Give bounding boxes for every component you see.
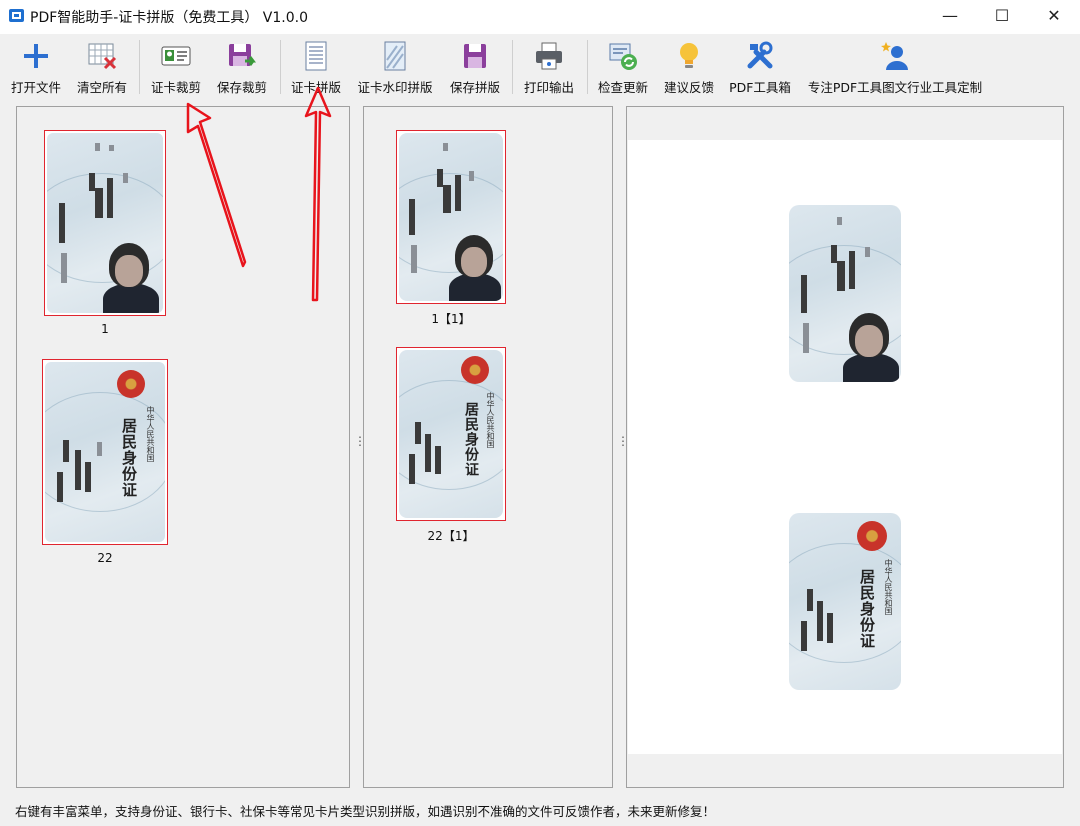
open-file-label: 打开文件 [10,80,61,95]
print-output-label: 打印输出 [523,80,574,95]
id-card-icon [161,46,191,66]
id-card-front-image [47,133,163,313]
check-update-label: 检查更新 [597,80,648,95]
close-icon: ✕ [1047,6,1061,25]
splitter-handle[interactable]: ⋮ [354,435,366,456]
plus-icon [24,44,48,68]
close-button[interactable]: ✕ [1028,0,1080,34]
toolbar-separator [139,40,140,94]
feedback-button[interactable]: 建议反馈 [659,38,719,98]
custom-tools-label: 专注PDF工具图文行业工具定制 [807,80,983,95]
card-watermark-layout-label: 证卡水印拼版 [357,80,433,95]
card-subtitle: 中华人民共和国 [884,559,893,615]
id-card-back-image: 居民身份证 中华人民共和国 [399,350,503,518]
thumbnail-caption: 22 [97,551,113,565]
watermark-document-icon [384,41,406,71]
id-card-front-image [399,133,503,301]
custom-tools-button[interactable]: 专注PDF工具图文行业工具定制 [802,38,988,98]
card-layout-button[interactable]: 证卡拼版 [285,38,347,98]
toolbar-separator [587,40,588,94]
app-icon [9,9,24,22]
check-update-button[interactable]: 检查更新 [592,38,654,98]
save-icon [229,44,256,66]
id-card-front-image [789,205,901,382]
cropped-thumbnail[interactable] [396,130,506,304]
card-title: 居民身份证 [120,418,138,498]
cropped-thumbnail[interactable]: 居民身份证 中华人民共和国 [396,347,506,521]
maximize-button[interactable]: ☐ [976,0,1028,34]
toolbar-separator [280,40,281,94]
clear-all-label: 清空所有 [76,80,127,95]
save-icon [464,44,486,68]
open-file-button[interactable]: 打开文件 [6,38,66,98]
card-layout-label: 证卡拼版 [290,80,341,95]
status-bar: 右键有丰富菜单，支持身份证、银行卡、社保卡等常见卡片类型识别拼版，如遇识别不准确… [0,794,1080,826]
clear-table-icon [88,43,117,70]
tools-icon [747,41,773,69]
card-title: 居民身份证 [858,569,876,649]
save-crop-button[interactable]: 保存裁剪 [212,38,272,98]
window-title: PDF智能助手-证卡拼版（免费工具） V1.0.0 [30,10,308,26]
save-layout-button[interactable]: 保存拼版 [444,38,506,98]
feedback-label: 建议反馈 [663,80,714,95]
pdf-toolbox-button[interactable]: PDF工具箱 [725,38,795,98]
card-subtitle: 中华人民共和国 [146,406,155,462]
thumbnail-caption: 1 [101,322,109,336]
status-text: 右键有丰富菜单，支持身份证、银行卡、社保卡等常见卡片类型识别拼版，如遇识别不准确… [15,804,716,819]
id-card-back-image: 居民身份证 中华人民共和国 [789,513,901,690]
card-title: 居民身份证 [463,402,479,477]
toolbar-separator [512,40,513,94]
save-layout-label: 保存拼版 [449,80,500,95]
lightbulb-icon [680,43,698,68]
update-icon [609,43,637,70]
layout-preview-page: 居民身份证 中华人民共和国 [628,140,1062,754]
save-crop-label: 保存裁剪 [216,80,267,95]
title-bar: PDF智能助手-证卡拼版（免费工具） V1.0.0 — ☐ ✕ [0,0,1080,34]
card-crop-label: 证卡裁剪 [150,80,201,95]
source-thumbnail[interactable] [44,130,166,316]
minimize-button[interactable]: — [924,0,976,34]
clear-all-button[interactable]: 清空所有 [72,38,132,98]
card-watermark-layout-button[interactable]: 证卡水印拼版 [352,38,438,98]
printer-icon [536,42,562,70]
user-star-icon [881,42,908,70]
document-layout-icon [305,41,327,71]
print-output-button[interactable]: 打印输出 [518,38,580,98]
thumbnail-caption: 22【1】 [427,529,475,543]
source-thumbnail[interactable]: 居民身份证 中华人民共和国 [42,359,168,545]
card-subtitle: 中华人民共和国 [486,392,495,448]
id-card-back-image: 居民身份证 中华人民共和国 [45,362,165,542]
maximize-icon: ☐ [994,6,1010,25]
toolbar: 打开文件 清空所有 证卡裁剪 保存裁剪 证卡拼版 证卡水印拼版 保存拼版 打印输… [0,34,1080,100]
minimize-icon: — [942,6,958,25]
splitter-handle[interactable]: ⋮ [617,435,629,456]
card-crop-button[interactable]: 证卡裁剪 [145,38,207,98]
pdf-toolbox-label: PDF工具箱 [729,80,791,95]
thumbnail-caption: 1【1】 [431,312,471,326]
